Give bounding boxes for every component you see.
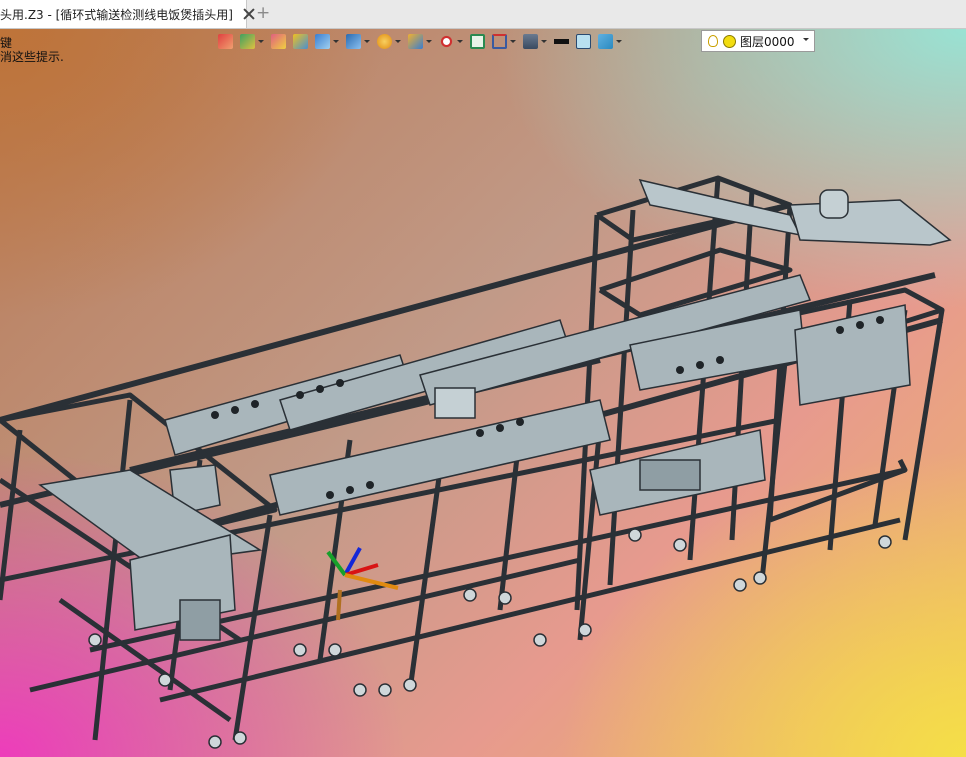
view-cube-icon[interactable] xyxy=(346,33,370,49)
layer-selector[interactable]: 图层0000 xyxy=(701,30,815,52)
zoom-window-icon[interactable] xyxy=(408,33,432,49)
display-icon[interactable] xyxy=(523,33,547,49)
color-swatch-icon[interactable] xyxy=(576,33,591,49)
edit-icon[interactable] xyxy=(271,33,286,49)
frame-icon[interactable] xyxy=(470,33,485,49)
box-solid-icon[interactable] xyxy=(293,33,308,49)
lightbulb-icon[interactable] xyxy=(708,35,718,47)
render-icon[interactable] xyxy=(377,33,401,49)
3d-viewport[interactable]: 键 消这些提示. 图层0000 xyxy=(0,29,966,757)
tab-title: 头用.Z3 - [循环式输送检测线电饭煲插头用] xyxy=(0,7,233,22)
layer-name: 图层0000 xyxy=(740,34,795,49)
document-tab[interactable]: 头用.Z3 - [循环式输送检测线电饭煲插头用] xyxy=(0,0,247,28)
new-tab-icon[interactable]: + xyxy=(256,5,270,22)
layer-color-icon xyxy=(723,34,736,48)
move-icon[interactable] xyxy=(218,33,233,49)
paint-icon[interactable] xyxy=(240,33,264,49)
tab-bar: 头用.Z3 - [循环式输送检测线电饭煲插头用] + xyxy=(0,0,966,29)
view-toolbar xyxy=(218,30,629,52)
line-weight-icon[interactable] xyxy=(554,38,569,44)
cube-icon[interactable] xyxy=(315,33,339,49)
close-icon[interactable] xyxy=(242,7,246,21)
machine-model xyxy=(0,175,952,749)
chevron-down-icon[interactable] xyxy=(803,38,809,41)
dimension-icon[interactable] xyxy=(492,33,516,49)
hint-line-2: 消这些提示. xyxy=(0,50,64,64)
axis-icon[interactable] xyxy=(439,33,463,49)
layer-stack-icon[interactable] xyxy=(598,33,622,49)
